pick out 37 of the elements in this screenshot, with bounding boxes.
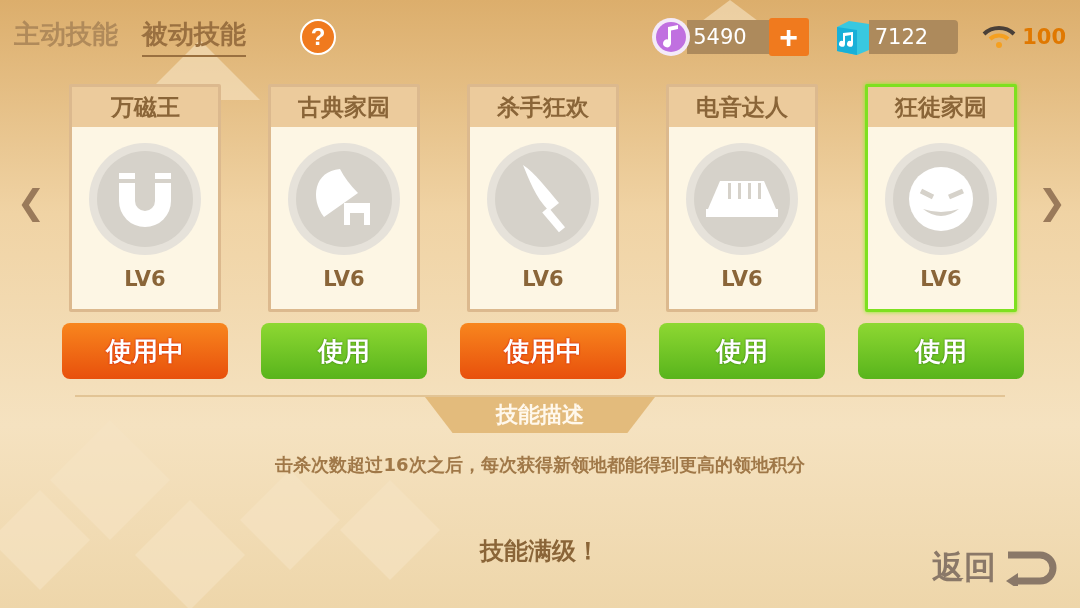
help-button[interactable]: ? (300, 19, 336, 55)
use-button[interactable]: 使用 (858, 323, 1024, 379)
wifi-icon (982, 25, 1017, 49)
skill-level: LV6 (522, 267, 564, 291)
add-button[interactable]: + (768, 18, 809, 56)
skill-card[interactable]: 古典家园 LV6 (268, 84, 420, 312)
face-icon (883, 141, 999, 257)
signal-value: 100 (1022, 25, 1066, 49)
skill-name: 杀手狂欢 (470, 87, 616, 127)
next-button[interactable]: ❯ (1037, 181, 1067, 222)
use-button[interactable]: 使用中 (62, 323, 228, 379)
skill-description: 击杀次数超过16次之后，每次获得新领地都能得到更高的领地积分 (275, 453, 805, 477)
skill-level: LV6 (920, 267, 962, 291)
skill-level: LV6 (124, 267, 166, 291)
gramophone-icon (286, 141, 402, 257)
skill-card[interactable]: 万磁王 LV6 (69, 84, 221, 312)
skill-card[interactable]: 杀手狂欢 LV6 (467, 84, 619, 312)
skill-name: 狂徒家园 (868, 87, 1014, 127)
keyboard-icon (684, 141, 800, 257)
tab[interactable]: 被动技能 (142, 17, 246, 57)
back-button[interactable]: 返回 (932, 546, 1060, 590)
use-button[interactable]: 使用 (659, 323, 825, 379)
knife-icon (485, 141, 601, 257)
skill-level: LV6 (323, 267, 365, 291)
skill-name: 万磁王 (72, 87, 218, 127)
use-button[interactable]: 使用 (261, 323, 427, 379)
previous-button[interactable]: ❮ (16, 181, 46, 222)
skill-card[interactable]: 电音达人 LV6 (666, 84, 818, 312)
magnet-icon (87, 141, 203, 257)
skill-card[interactable]: 狂徒家园 LV6 (865, 84, 1017, 312)
skill-name: 古典家园 (271, 87, 417, 127)
skill-name: 电音达人 (669, 87, 815, 127)
skill-status: 技能满级！ (480, 536, 600, 567)
currency-amount: 7122 (868, 20, 959, 54)
music-coin-icon (651, 17, 692, 57)
skill-level: LV6 (721, 267, 763, 291)
use-button[interactable]: 使用中 (460, 323, 626, 379)
